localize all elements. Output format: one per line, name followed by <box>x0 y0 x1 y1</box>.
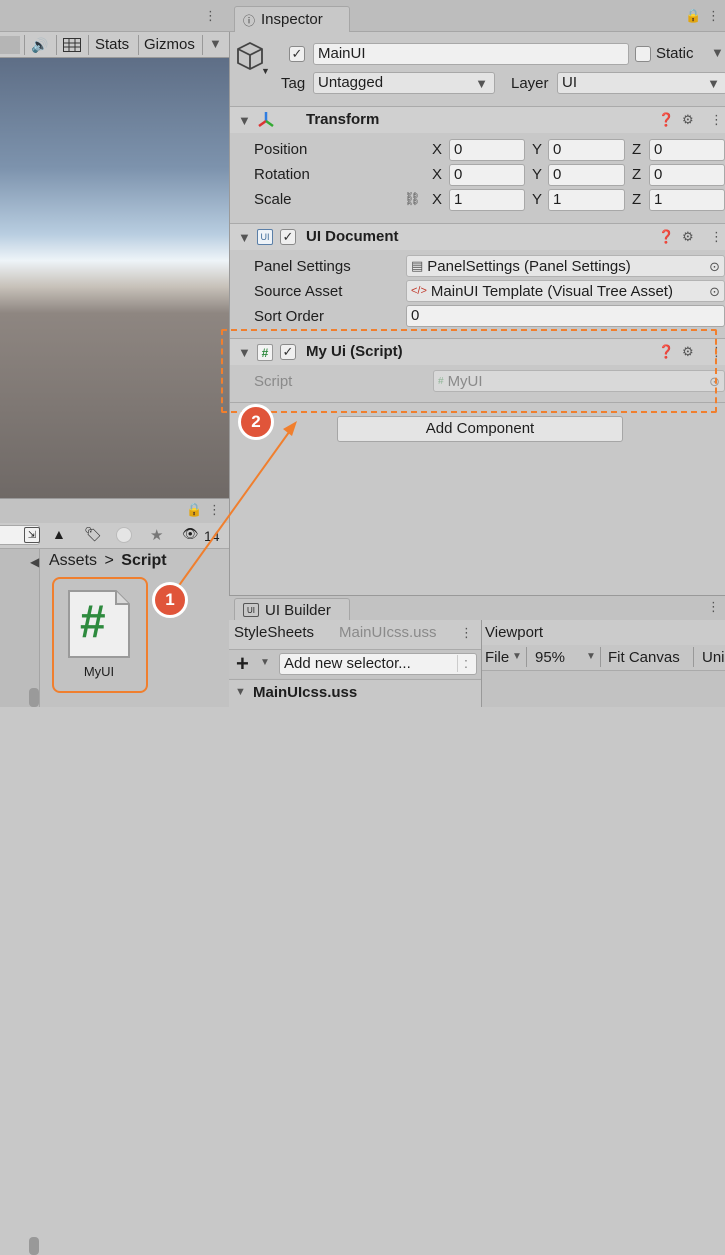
step-1-badge: 1 <box>152 582 188 618</box>
step-2-badge: 2 <box>238 404 274 440</box>
annotation-arrow <box>169 421 297 599</box>
